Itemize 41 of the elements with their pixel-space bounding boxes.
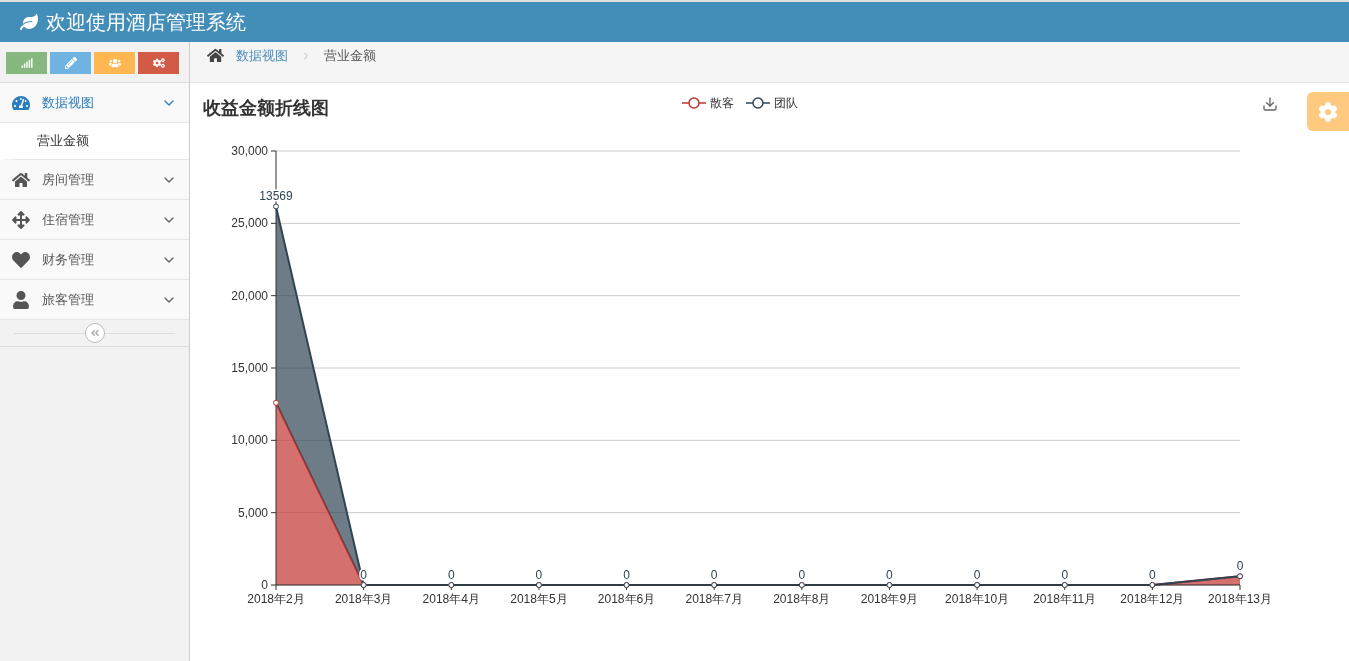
data-label: 0 [1149,568,1156,582]
data-label: 0 [973,568,981,582]
axis-label: 2018年2月 [247,592,305,606]
app-title: 欢迎使用酒店管理系统 [46,10,246,35]
menu-label: 旅客管理 [42,290,95,309]
axis-label: 20,000 [231,288,268,303]
breadcrumb-current: 营业金额 [324,47,376,65]
data-label: 13569 [259,189,293,204]
menu-label: 住宿管理 [42,210,95,229]
menu-label: 房间管理 [42,170,95,189]
axis-label: 2018年6月 [597,592,656,606]
data-label: 0 [1236,559,1244,574]
axis-label: 10,000 [231,433,268,448]
legend-label: 散客 [710,95,734,112]
axis-label: 2018年8月 [773,592,831,606]
axis-label: 2018年5月 [510,592,568,606]
menu-label: 数据视图 [42,93,95,112]
data-label: 0 [798,568,806,582]
submenu-label: 营业金额 [37,132,89,151]
axis-label: 2018年7月 [685,592,743,606]
menu-label: 财务管理 [42,250,95,269]
axis-label: 0 [261,578,268,592]
data-label: 0 [535,568,543,582]
data-label: 0 [623,568,630,582]
axis-label: 2018年10月 [945,592,1010,606]
data-label: 0 [447,568,455,582]
axis-label: 2018年11月 [1033,592,1097,606]
axis-label: 2018年13月 [1208,592,1272,606]
axis-label: 2018年4月 [422,592,480,606]
axis-label: 5,000 [237,505,268,520]
legend-label: 团队 [774,95,798,112]
data-label: 0 [1061,568,1069,582]
data-label: 0 [886,568,893,582]
chart-title: 收益金额折线图 [203,97,329,120]
axis-label: 2018年9月 [860,592,919,606]
axis-label: 2018年3月 [334,592,393,606]
axis-label: 25,000 [231,216,268,231]
axis-label: 2018年12月 [1120,592,1185,606]
data-label: 0 [710,568,718,582]
axis-label: 15,000 [231,361,268,375]
axis-label: 30,000 [231,144,268,158]
